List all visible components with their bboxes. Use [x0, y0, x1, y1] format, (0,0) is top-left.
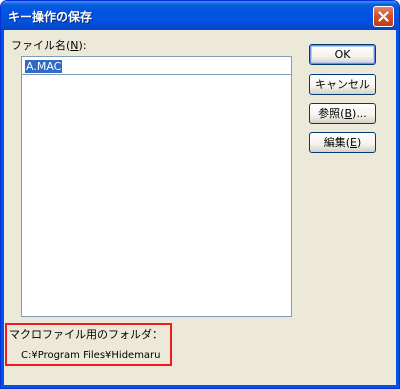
macro-folder-label: マクロファイル用のフォルダ： [9, 328, 163, 341]
ok-button[interactable]: OK [309, 44, 376, 65]
filename-combo-list[interactable]: A.MAC [21, 56, 292, 317]
close-icon [378, 11, 389, 22]
window-border-right [396, 30, 399, 388]
save-keystroke-dialog: キー操作の保存 ファイル名(N): A.MAC OK キャンセル 参照(B)..… [0, 0, 400, 389]
window-border-left [1, 30, 4, 388]
filename-selected-text: A.MAC [25, 60, 63, 73]
title-bar[interactable]: キー操作の保存 [1, 1, 399, 30]
close-button[interactable] [373, 6, 394, 27]
window-border-bottom [1, 385, 399, 388]
filename-label-suffix: : [82, 39, 87, 52]
filename-label: ファイル名(N): [11, 39, 87, 52]
browse-button-ellipsis: ... [356, 107, 367, 120]
edit-accel-key: E [350, 136, 357, 149]
filename-input[interactable]: A.MAC [22, 57, 291, 75]
filename-label-text: ファイル名 [11, 39, 66, 52]
browse-button[interactable]: 参照(B)... [309, 103, 376, 124]
cancel-button[interactable]: キャンセル [309, 74, 376, 95]
macro-folder-path: C:¥Program Files¥Hidemaru [21, 350, 161, 361]
edit-button[interactable]: 編集(E) [309, 132, 376, 153]
browse-accel-key: B [344, 107, 353, 120]
window-title: キー操作の保存 [8, 10, 93, 24]
edit-button-label: 編集 [323, 136, 346, 149]
browse-button-label: 参照 [318, 107, 341, 120]
filename-accel-key: N [70, 39, 79, 52]
